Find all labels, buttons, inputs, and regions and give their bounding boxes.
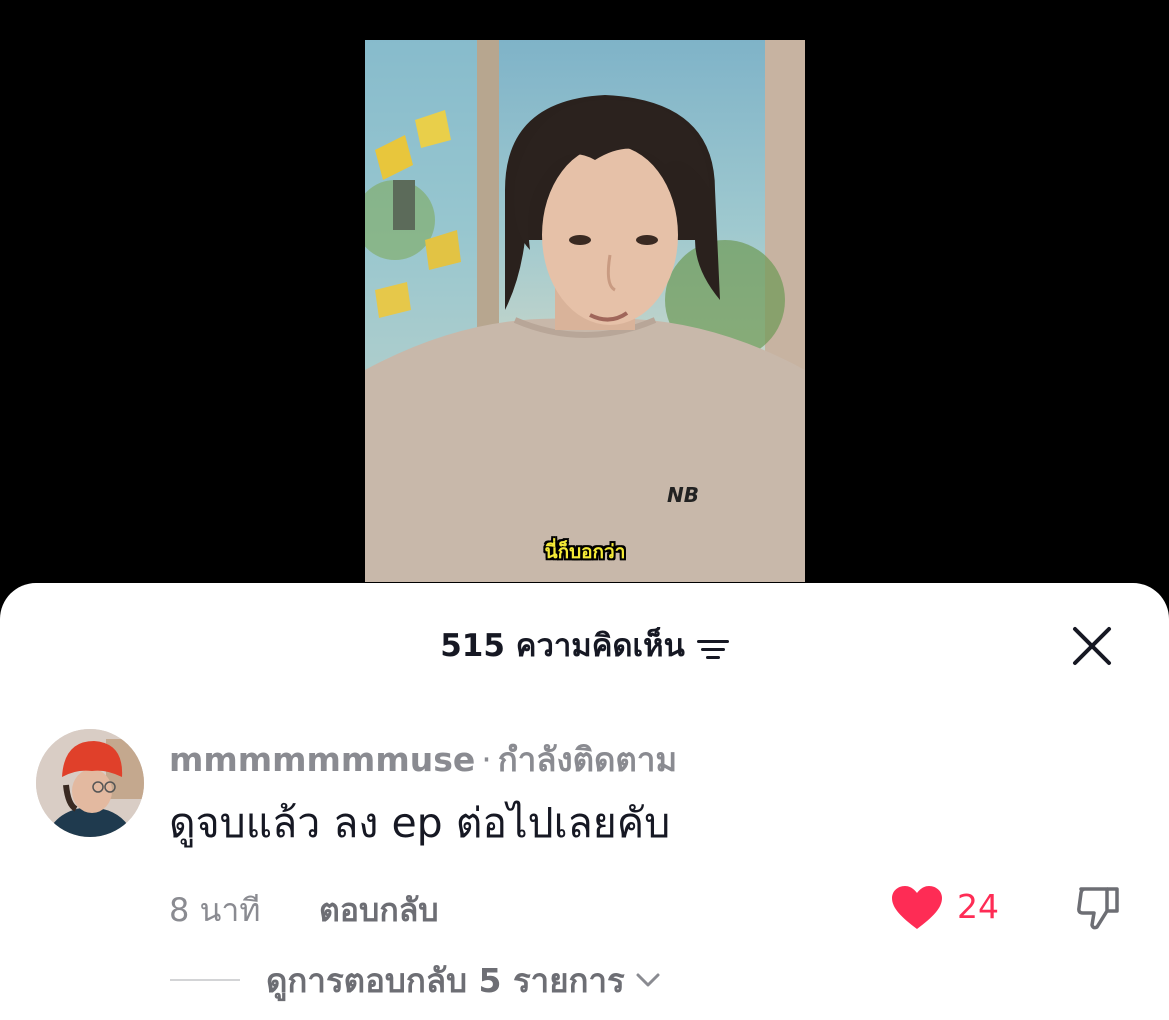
like-count: 24 <box>957 887 999 926</box>
video-subtitle: นี่ก็บอกว่า <box>544 541 626 563</box>
comment-text: ดูจบแล้ว ลง ep ต่อไปเลยคับ <box>169 799 671 847</box>
reply-button[interactable]: ตอบกลับ <box>319 885 439 936</box>
separator-dot: · <box>481 740 492 779</box>
heart-icon[interactable] <box>891 885 943 931</box>
chevron-down-icon[interactable] <box>635 971 661 989</box>
comment-item: mmmmmmmuse · กำลังติดตาม ดูจบแล้ว ลง ep ต่… <box>36 725 1136 930</box>
view-replies-button[interactable]: ดูการตอบกลับ 5 รายการ <box>266 954 625 1007</box>
thumbs-down-icon[interactable] <box>1073 881 1125 933</box>
comment-actions: 8 นาที ตอบกลับ 24 <box>169 885 1129 935</box>
comment-timestamp: 8 นาที <box>169 891 261 929</box>
sort-lines-icon[interactable] <box>696 633 729 659</box>
video-still: NB <box>365 40 805 582</box>
comment-username[interactable]: mmmmmmmuse <box>169 740 475 779</box>
avatar[interactable] <box>36 729 144 837</box>
close-icon[interactable] <box>1069 623 1115 669</box>
comment-count-label: 515 ความคิดเห็น <box>440 628 685 664</box>
view-replies-row[interactable]: ดูการตอบกลับ 5 รายการ <box>170 955 661 1005</box>
video-player[interactable]: NB นี่ก็บอกว่า <box>0 0 1169 620</box>
video-frame[interactable]: NB นี่ก็บอกว่า <box>365 40 805 582</box>
sheet-header: 515 ความคิดเห็น <box>0 621 1169 669</box>
divider-line <box>170 979 240 981</box>
comments-sheet: 515 ความคิดเห็น mmmmmmmuse · กำลังติดตาม… <box>0 583 1169 1020</box>
svg-text:NB: NB <box>667 483 699 507</box>
following-label: กำลังติดตาม <box>497 740 678 779</box>
comment-header: mmmmmmmuse · กำลังติดตาม <box>169 733 677 786</box>
comment-count-title[interactable]: 515 ความคิดเห็น <box>440 621 729 669</box>
